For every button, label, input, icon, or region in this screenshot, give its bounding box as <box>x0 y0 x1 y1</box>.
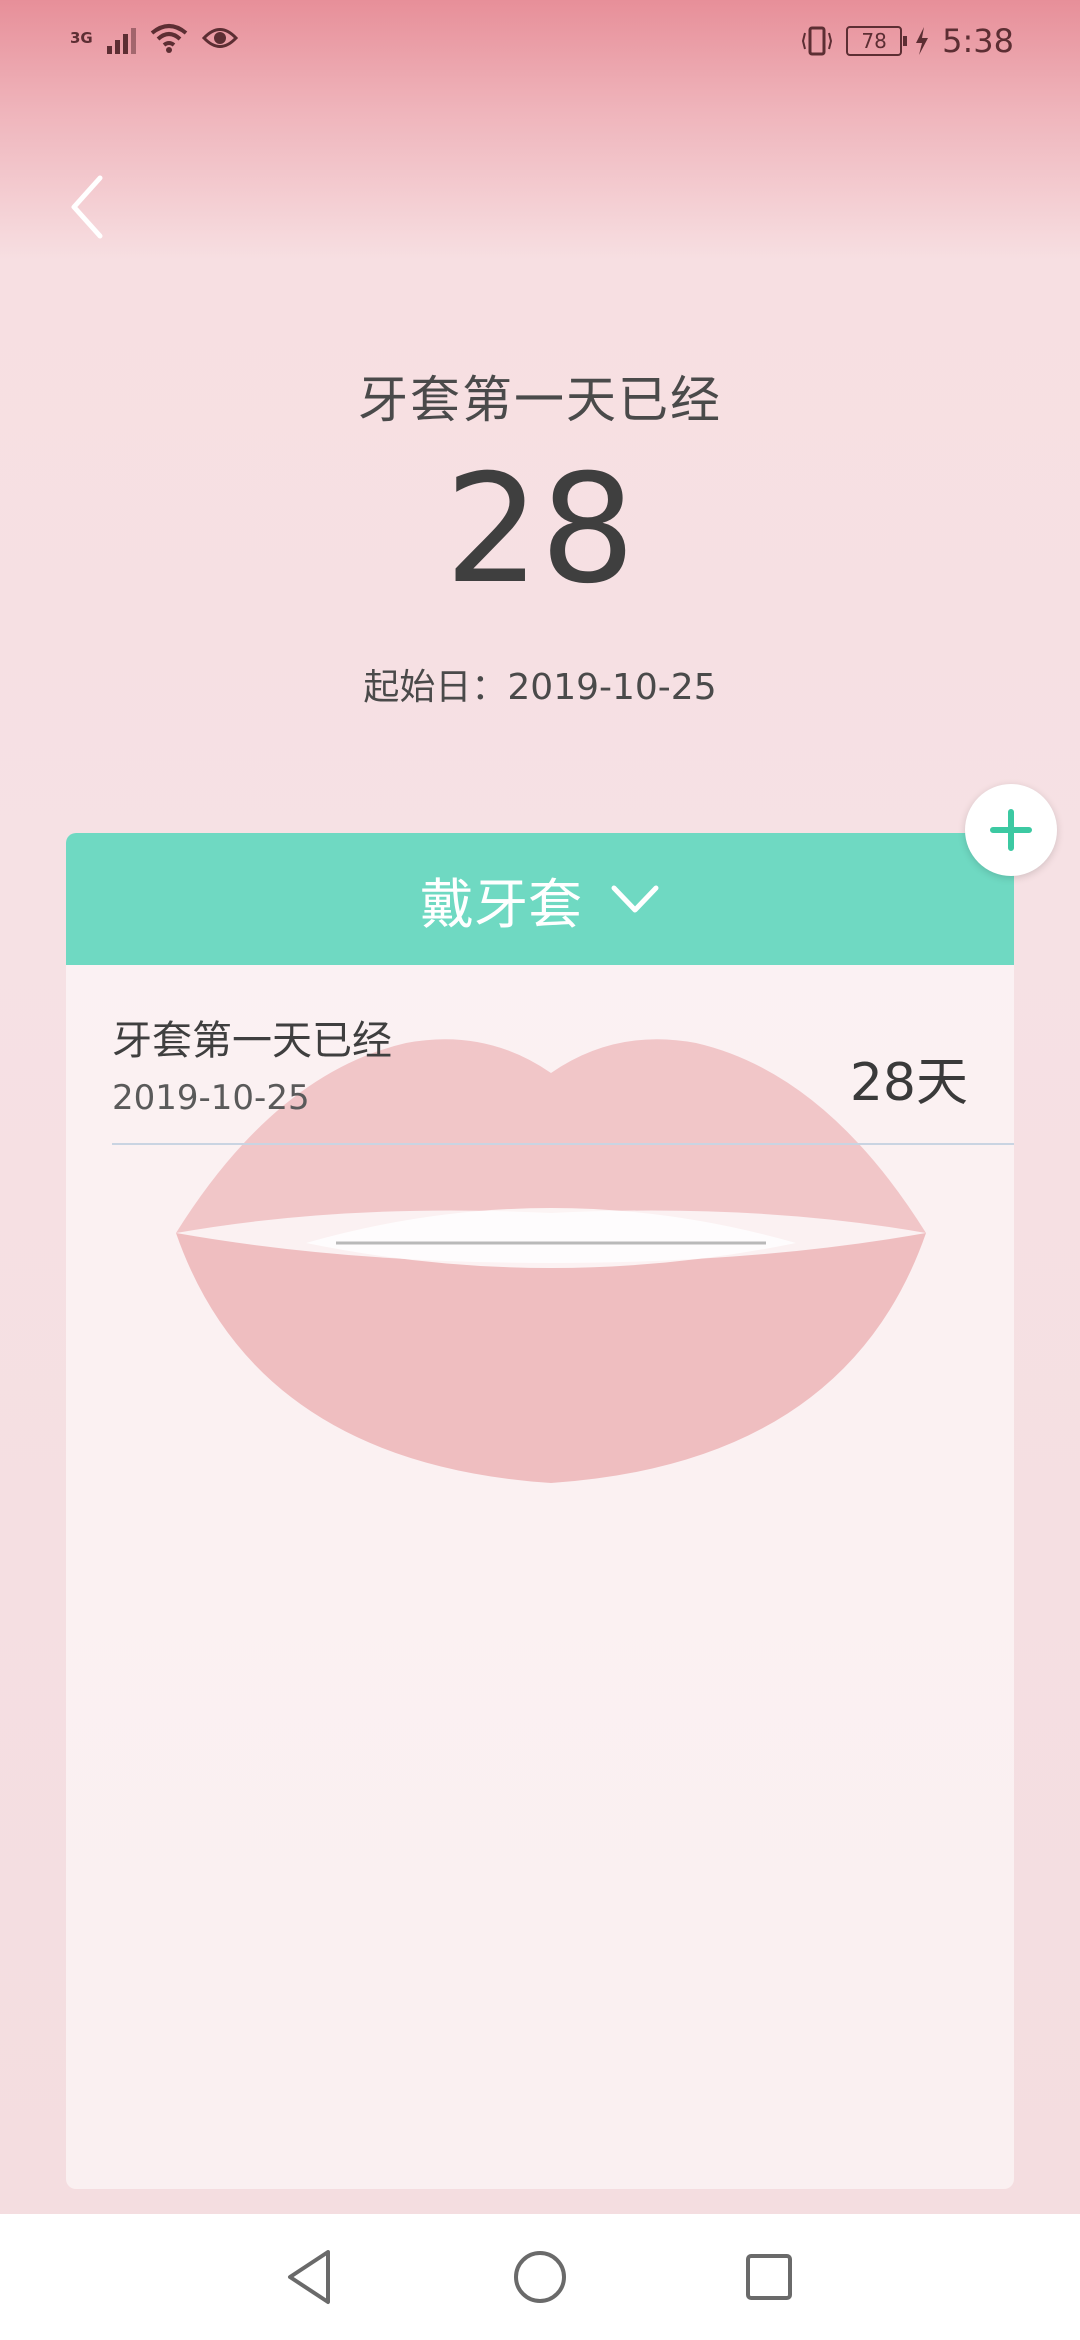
event-row-date: 2019-10-25 <box>112 1078 310 1118</box>
status-right: 78 5:38 <box>800 22 1014 60</box>
events-card: 戴牙套 牙套第一天已经 2019-10-25 28天 <box>66 833 1014 2189</box>
category-dropdown-label: 戴牙套 <box>420 872 582 936</box>
vibrate-icon <box>802 26 833 56</box>
category-dropdown[interactable]: 戴牙套 <box>66 833 1014 965</box>
charging-icon <box>916 27 929 55</box>
start-date-value: 2019-10-25 <box>507 667 717 708</box>
nav-home-icon[interactable] <box>507 2244 573 2310</box>
eye-icon <box>201 28 238 48</box>
event-row-days: 28天 <box>849 1053 968 1113</box>
status-bar: 3G 78 5:38 <box>0 0 1080 90</box>
day-count: 28 <box>444 443 636 617</box>
page-title: 牙套第一天已经 <box>358 371 722 429</box>
plus-icon <box>990 809 1032 851</box>
battery-icon: 78 <box>846 26 908 56</box>
clock-time: 5:38 <box>942 22 1014 60</box>
signal-icon <box>106 22 136 54</box>
system-nav-bar <box>0 2214 1080 2340</box>
chevron-down-icon <box>611 885 659 913</box>
nav-back-icon[interactable] <box>276 2244 342 2310</box>
event-row-title: 牙套第一天已经 <box>112 1018 392 1064</box>
start-date-line: 起始日：2019-10-25 <box>0 658 1080 710</box>
nav-recent-apps-icon[interactable] <box>736 2244 802 2310</box>
back-chevron-icon[interactable] <box>62 172 112 242</box>
start-date-label: 起始日： <box>363 667 508 708</box>
network-type-label: 3G <box>70 28 93 47</box>
add-button[interactable] <box>965 784 1057 876</box>
wifi-icon <box>150 24 188 53</box>
event-row[interactable]: 牙套第一天已经 2019-10-25 28天 <box>112 1008 1014 1145</box>
status-left: 3G <box>70 22 238 54</box>
